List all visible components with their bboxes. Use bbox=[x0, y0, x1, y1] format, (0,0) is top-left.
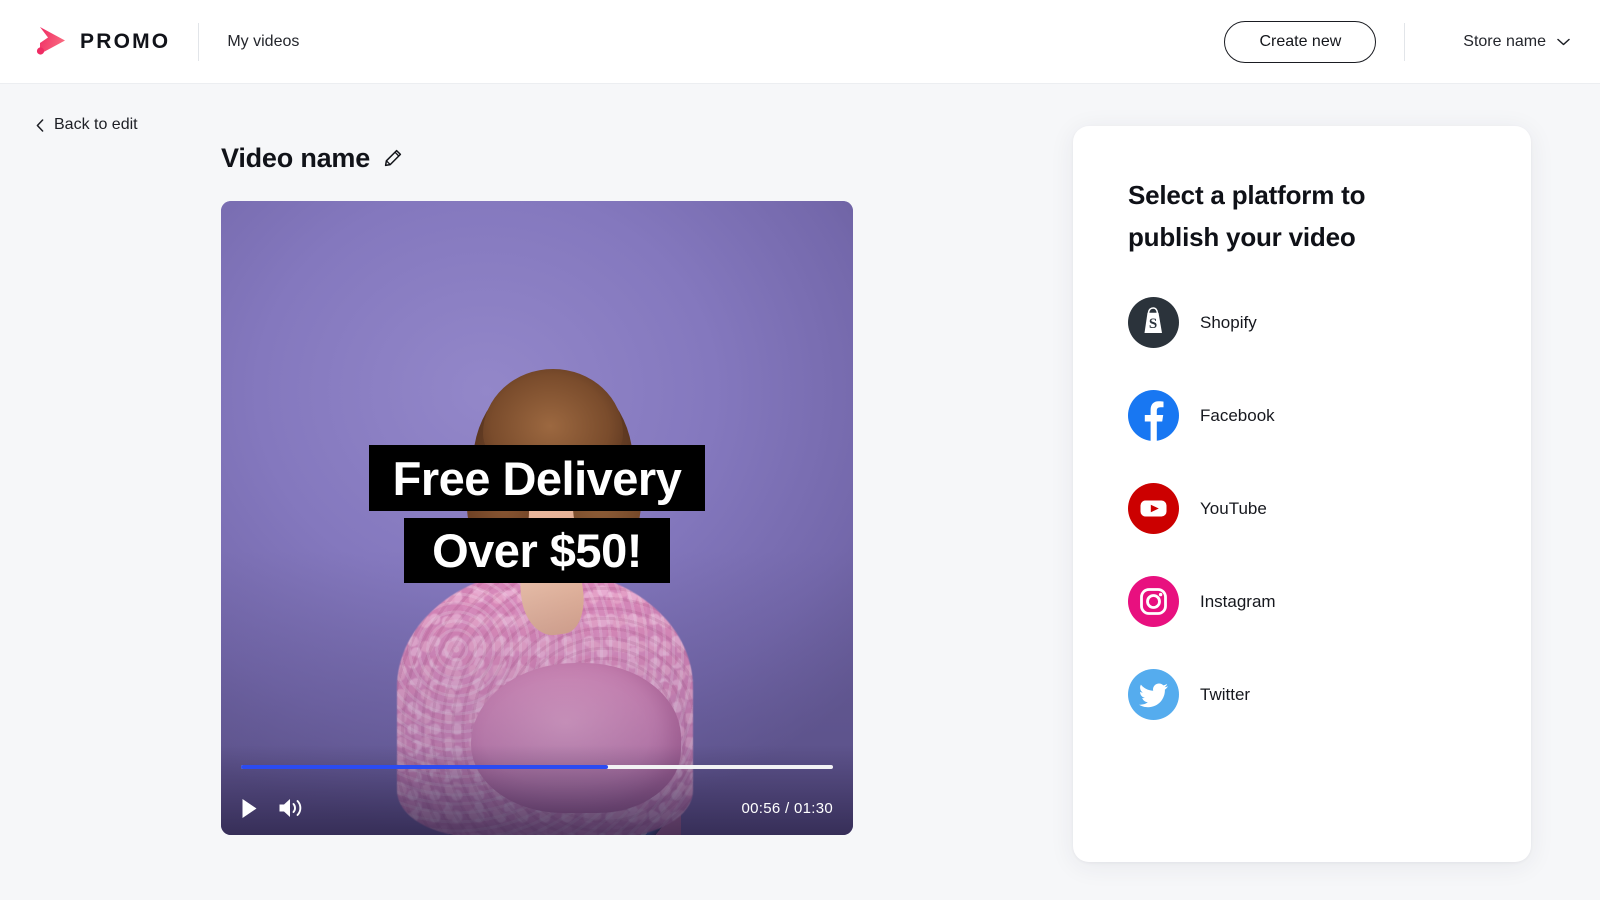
play-icon[interactable] bbox=[241, 798, 258, 819]
volume-icon[interactable] bbox=[278, 797, 306, 819]
video-poster: Free Delivery Over $50! bbox=[221, 201, 853, 835]
app-header: PROMO My videos Create new Store name bbox=[0, 0, 1600, 84]
video-controls: 00:56 / 01:30 bbox=[221, 745, 853, 835]
video-caption-line-2: Over $50! bbox=[404, 518, 670, 583]
controls-row: 00:56 / 01:30 bbox=[241, 797, 833, 819]
video-time-display: 00:56 / 01:30 bbox=[741, 799, 833, 817]
platform-label: Facebook bbox=[1200, 405, 1275, 425]
chevron-down-icon bbox=[1557, 38, 1570, 45]
platform-item-twitter[interactable]: Twitter bbox=[1128, 666, 1498, 723]
instagram-icon bbox=[1128, 576, 1179, 627]
video-player[interactable]: Free Delivery Over $50! 00:56 / 01:30 bbox=[221, 201, 853, 835]
publish-panel: Select a platform to publish your video … bbox=[1073, 126, 1531, 862]
platform-label: Twitter bbox=[1200, 684, 1251, 704]
chevron-left-icon bbox=[36, 118, 44, 132]
back-to-edit-label: Back to edit bbox=[54, 116, 138, 133]
svg-text:S: S bbox=[1149, 316, 1157, 332]
pencil-icon[interactable] bbox=[383, 148, 403, 168]
twitter-icon bbox=[1128, 669, 1179, 720]
promo-play-logo-icon bbox=[36, 26, 65, 55]
platform-item-shopify[interactable]: S Shopify bbox=[1128, 294, 1498, 351]
platform-item-youtube[interactable]: YouTube bbox=[1128, 480, 1498, 537]
progress-bar[interactable] bbox=[241, 765, 833, 769]
brand-wordmark: PROMO bbox=[80, 29, 171, 53]
platform-list: S Shopify Facebook YouTube Instagram Twi… bbox=[1128, 294, 1498, 723]
platform-label: Instagram bbox=[1200, 591, 1276, 611]
platform-item-facebook[interactable]: Facebook bbox=[1128, 387, 1498, 444]
header-divider bbox=[198, 22, 200, 61]
video-section: Video name Free Delivery Over $50! 00:56… bbox=[221, 138, 853, 835]
platform-label: YouTube bbox=[1200, 498, 1267, 518]
header-divider-2 bbox=[1404, 22, 1406, 61]
nav-my-videos[interactable]: My videos bbox=[227, 33, 299, 51]
header-right-group: Create new Store name bbox=[1224, 20, 1570, 63]
video-title-row: Video name bbox=[221, 138, 853, 178]
store-menu[interactable]: Store name bbox=[1463, 33, 1570, 51]
store-name-label: Store name bbox=[1463, 32, 1546, 50]
platform-label: Shopify bbox=[1200, 312, 1257, 332]
facebook-icon bbox=[1128, 390, 1179, 441]
youtube-icon bbox=[1128, 483, 1179, 534]
page-title: Video name bbox=[221, 142, 371, 173]
create-new-button[interactable]: Create new bbox=[1224, 20, 1377, 63]
brand-logo-group[interactable]: PROMO bbox=[32, 25, 170, 59]
progress-bar-fill bbox=[241, 765, 609, 769]
video-caption-line-1: Free Delivery bbox=[369, 445, 705, 511]
back-to-edit-link[interactable]: Back to edit bbox=[36, 116, 138, 134]
shopify-icon: S bbox=[1128, 297, 1179, 348]
panel-heading: Select a platform to publish your video bbox=[1128, 180, 1366, 253]
platform-item-instagram[interactable]: Instagram bbox=[1128, 573, 1498, 630]
